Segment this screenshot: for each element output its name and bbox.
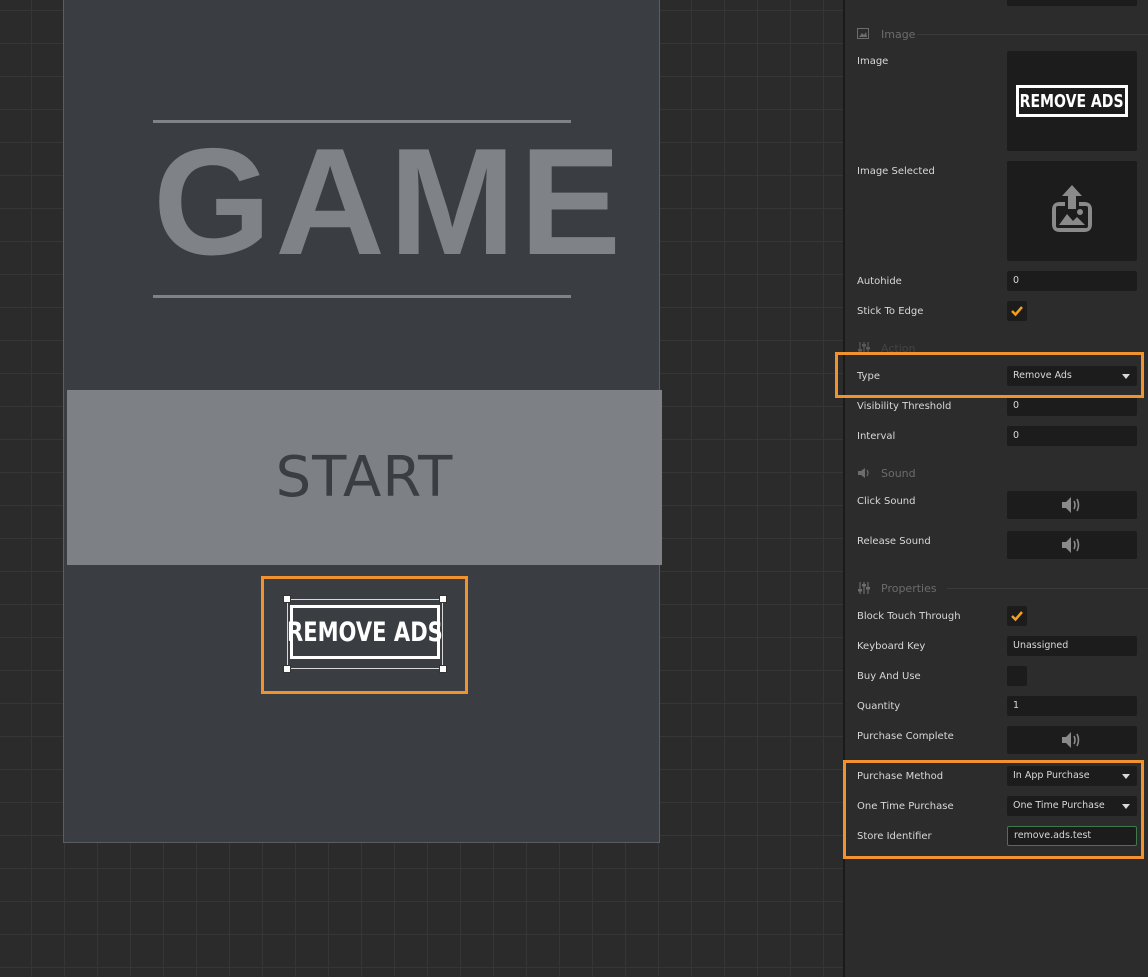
resize-handle-top-right[interactable] <box>439 595 447 603</box>
section-action-header: Action <box>857 341 915 355</box>
one-time-purchase-label: One Time Purchase <box>857 801 954 812</box>
keyboard-key-label: Keyboard Key <box>857 641 926 652</box>
sound-icon <box>857 467 871 479</box>
section-sound-title: Sound <box>881 466 916 480</box>
start-button[interactable]: START <box>67 390 662 565</box>
image-selected-label: Image Selected <box>857 166 935 177</box>
stick-to-edge-checkbox[interactable] <box>1007 301 1027 321</box>
section-divider <box>917 33 1148 35</box>
image-slot[interactable]: REMOVE ADS <box>1007 51 1137 151</box>
section-image-header: Image <box>857 27 1148 41</box>
buy-and-use-label: Buy And Use <box>857 671 921 682</box>
store-identifier-input[interactable]: remove.ads.test <box>1007 826 1137 846</box>
block-touch-label: Block Touch Through <box>857 611 961 622</box>
interval-input[interactable]: 0 <box>1007 426 1137 446</box>
remove-ads-label: REMOVE ADS <box>287 616 443 648</box>
image-label: Image <box>857 56 889 67</box>
partial-field-top[interactable] <box>1007 0 1137 6</box>
inspector-panel: Image Image REMOVE ADS Image Selected Au… <box>843 0 1148 977</box>
autohide-input[interactable]: 0 <box>1007 271 1137 291</box>
resize-handle-top-left[interactable] <box>283 595 291 603</box>
interval-label: Interval <box>857 431 896 442</box>
section-image-title: Image <box>881 27 916 41</box>
release-sound-slot[interactable] <box>1007 531 1137 559</box>
upload-image-icon <box>1044 181 1100 241</box>
click-sound-slot[interactable] <box>1007 491 1137 519</box>
image-icon <box>857 28 871 40</box>
remove-ads-button[interactable]: REMOVE ADS <box>287 599 443 669</box>
purchase-complete-slot[interactable] <box>1007 726 1137 754</box>
section-divider <box>947 587 1148 589</box>
remove-ads-frame: REMOVE ADS <box>287 605 443 659</box>
click-sound-label: Click Sound <box>857 496 916 507</box>
properties-sliders-icon <box>857 582 871 594</box>
visibility-threshold-label: Visibility Threshold <box>857 401 952 412</box>
action-sliders-icon <box>857 342 871 354</box>
store-identifier-label: Store Identifier <box>857 831 932 842</box>
speaker-icon <box>1062 732 1080 748</box>
stick-to-edge-label: Stick To Edge <box>857 306 924 317</box>
section-action-title: Action <box>881 341 916 355</box>
resize-handle-bottom-left[interactable] <box>283 665 291 673</box>
game-screen: GAME START <box>63 0 662 843</box>
purchase-method-dropdown[interactable]: In App Purchase <box>1007 766 1137 786</box>
one-time-purchase-dropdown[interactable]: One Time Purchase <box>1007 796 1137 816</box>
checkmark-icon <box>1011 611 1023 622</box>
quantity-label: Quantity <box>857 701 901 712</box>
release-sound-label: Release Sound <box>857 536 931 547</box>
quantity-input[interactable]: 1 <box>1007 696 1137 716</box>
speaker-icon <box>1062 497 1080 513</box>
speaker-icon <box>1062 537 1080 553</box>
game-title: GAME <box>153 117 625 287</box>
keyboard-key-input[interactable]: Unassigned <box>1007 636 1137 656</box>
type-label: Type <box>857 371 880 382</box>
type-dropdown[interactable]: Remove Ads <box>1007 366 1137 386</box>
resize-handle-bottom-right[interactable] <box>439 665 447 673</box>
purchase-complete-label: Purchase Complete <box>857 731 954 742</box>
image-selected-slot[interactable] <box>1007 161 1137 261</box>
autohide-label: Autohide <box>857 276 902 287</box>
section-properties-title: Properties <box>881 581 937 595</box>
section-sound-header: Sound <box>857 466 916 480</box>
checkmark-icon <box>1011 306 1023 317</box>
start-button-label: START <box>275 445 454 510</box>
visibility-threshold-input[interactable]: 0 <box>1007 396 1137 416</box>
title-bottom-line <box>153 295 571 298</box>
purchase-method-label: Purchase Method <box>857 771 944 782</box>
image-thumbnail: REMOVE ADS <box>1016 85 1128 117</box>
image-thumbnail-text: REMOVE ADS <box>1020 90 1124 112</box>
buy-and-use-checkbox[interactable] <box>1007 666 1027 686</box>
block-touch-checkbox[interactable] <box>1007 606 1027 626</box>
section-properties-header: Properties <box>857 581 1148 595</box>
